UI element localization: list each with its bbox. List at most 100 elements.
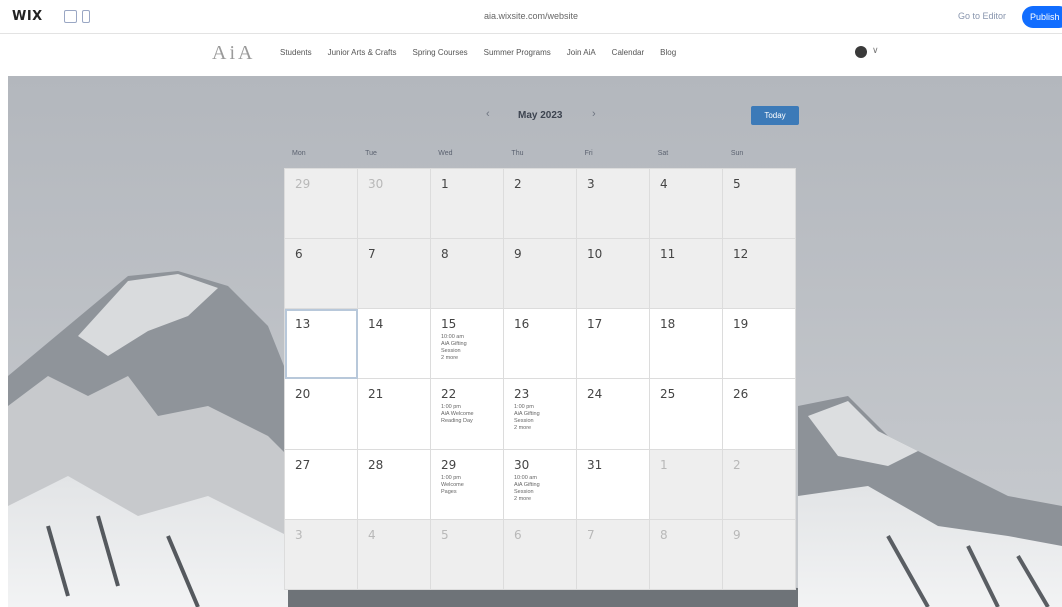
event-text: 2 more [514,495,532,502]
calendar-day-cell[interactable]: 26 [723,379,796,450]
day-number: 5 [441,527,449,542]
day-number: 26 [733,387,749,402]
calendar-day-cell[interactable]: 14 [358,309,431,380]
calendar-day-cell[interactable]: 10 [577,239,650,310]
nav-item-calendar[interactable]: Calendar [612,48,644,57]
event-text: Reading Day [441,418,473,425]
calendar-event[interactable]: 1:00 pm AiA Welcome Reading Day [441,404,499,425]
day-number: 9 [733,527,741,542]
calendar-day-cell[interactable]: 18 [650,309,723,380]
calendar-day-cell[interactable]: 20 [285,379,358,450]
nav-item-spring-courses[interactable]: Spring Courses [413,48,468,57]
calendar-day-cell[interactable]: 12 [723,239,796,310]
day-number: 17 [587,317,603,332]
calendar-day-cell[interactable]: 19 [723,309,796,380]
calendar-day-cell[interactable]: 25 [650,379,723,450]
calendar-day-cell[interactable]: 9 [504,239,577,310]
today-button[interactable]: Today [751,106,799,125]
day-number: 19 [733,317,749,332]
user-icon[interactable] [855,46,867,58]
day-number: 6 [514,527,522,542]
day-number: 3 [295,527,303,542]
calendar-day-cell[interactable]: 2 [504,169,577,240]
calendar-day-cell[interactable]: 5 [723,169,796,240]
day-number: 3 [587,177,595,191]
calendar-day-cell[interactable]: 17 [577,309,650,380]
calendar-event[interactable]: 1:00 pm Welcome Pages [441,475,499,496]
calendar-day-cell[interactable]: 9 [723,519,796,590]
day-number: 10 [587,247,603,262]
site-url[interactable]: aia.wixsite.com/website [0,11,1062,21]
weekday-label: Sat [657,150,669,157]
calendar-day-cell[interactable]: 21 [358,379,431,450]
month-label: May 2023 [518,110,563,121]
chevron-down-icon[interactable]: ∨ [872,45,879,56]
calendar-day-cell[interactable]: 4 [358,519,431,590]
calendar-day-cell[interactable]: 5 [431,519,504,590]
day-number: 22 [441,387,457,402]
calendar-day-cell[interactable]: 8 [650,519,723,590]
event-text: 1:00 pm [514,404,534,411]
calendar-day-cell[interactable]: 28 [358,449,431,520]
event-text: Pages [441,488,457,495]
weekday-label: Tue [365,150,377,157]
nav-item-blog[interactable]: Blog [660,48,676,57]
calendar-day-cell[interactable]: 29 [285,169,358,240]
calendar-day-cell[interactable]: 6 [285,239,358,310]
day-number: 1 [660,457,668,472]
go-to-editor-link[interactable]: Go to Editor [958,11,1006,21]
day-number: 23 [514,387,530,402]
day-number: 29 [295,177,311,191]
calendar-day-cell[interactable]: 1 [650,449,723,520]
day-number: 5 [733,177,741,191]
nav-item-summer-programs[interactable]: Summer Programs [484,48,551,57]
nav-item-junior-arts[interactable]: Junior Arts & Crafts [328,48,397,57]
calendar-event[interactable]: 10:00 am AiA Gifting Session 2 more [441,334,499,362]
calendar-day-cell[interactable]: 30 10:00 am AiA Gifting Session 2 more [504,449,577,520]
nav-item-join[interactable]: Join AiA [567,48,596,57]
calendar-day-cell[interactable]: 15 10:00 am AiA Gifting Session 2 more [431,309,504,380]
publish-button[interactable]: Publish [1022,6,1062,28]
calendar-day-cell[interactable]: 4 [650,169,723,240]
calendar-day-cell[interactable]: 6 [504,519,577,590]
site-logo[interactable]: AiA [212,42,255,65]
calendar-day-cell[interactable]: 1 [431,169,504,240]
day-number: 25 [660,387,676,402]
day-number: 7 [368,247,376,262]
event-text: Welcome [441,481,464,488]
calendar-day-cell[interactable]: 29 1:00 pm Welcome Pages [431,449,504,520]
calendar-day-cell[interactable]: 3 [577,169,650,240]
calendar-day-cell[interactable]: 11 [650,239,723,310]
day-number: 18 [660,317,676,332]
calendar-day-cell[interactable]: 31 [577,449,650,520]
calendar-day-cell[interactable]: 7 [577,519,650,590]
event-text: 2 more [514,425,532,432]
previous-month-button[interactable]: ‹ [486,108,490,120]
calendar-day-cell[interactable]: 16 [504,309,577,380]
day-number: 20 [295,387,311,402]
calendar-day-cell[interactable]: 30 [358,169,431,240]
calendar-event[interactable]: 1:00 pm AiA Gifting Session 2 more [514,404,572,432]
weekday-label: Thu [511,150,524,157]
event-text: AiA Gifting [514,481,540,488]
event-text: AiA Welcome [441,411,474,418]
calendar-day-cell[interactable]: 24 [577,379,650,450]
calendar-day-cell[interactable]: 2 [723,449,796,520]
calendar-day-cell[interactable]: 3 [285,519,358,590]
calendar-day-cell[interactable]: 7 [358,239,431,310]
calendar-day-cell-today[interactable]: 13 [285,309,358,380]
day-number: 28 [368,457,384,472]
calendar-day-cell[interactable]: 23 1:00 pm AiA Gifting Session 2 more [504,379,577,450]
calendar-day-cell[interactable]: 22 1:00 pm AiA Welcome Reading Day [431,379,504,450]
day-number: 21 [368,387,384,402]
calendar-day-cell[interactable]: 27 [285,449,358,520]
calendar-event[interactable]: 10:00 am AiA Gifting Session 2 more [514,475,572,503]
calendar-grid: 29 30 1 2 3 4 5 6 7 8 9 10 11 12 13 14 15 10:00 am AiA Gif… [284,168,796,590]
day-number: 11 [660,247,676,262]
event-text: AiA Gifting [441,341,467,348]
site-nav: Students Junior Arts & Crafts Spring Cou… [280,48,676,57]
nav-item-students[interactable]: Students [280,48,312,57]
next-month-button[interactable]: › [592,108,596,120]
calendar-day-cell[interactable]: 8 [431,239,504,310]
weekday-label: Sun [730,150,744,157]
